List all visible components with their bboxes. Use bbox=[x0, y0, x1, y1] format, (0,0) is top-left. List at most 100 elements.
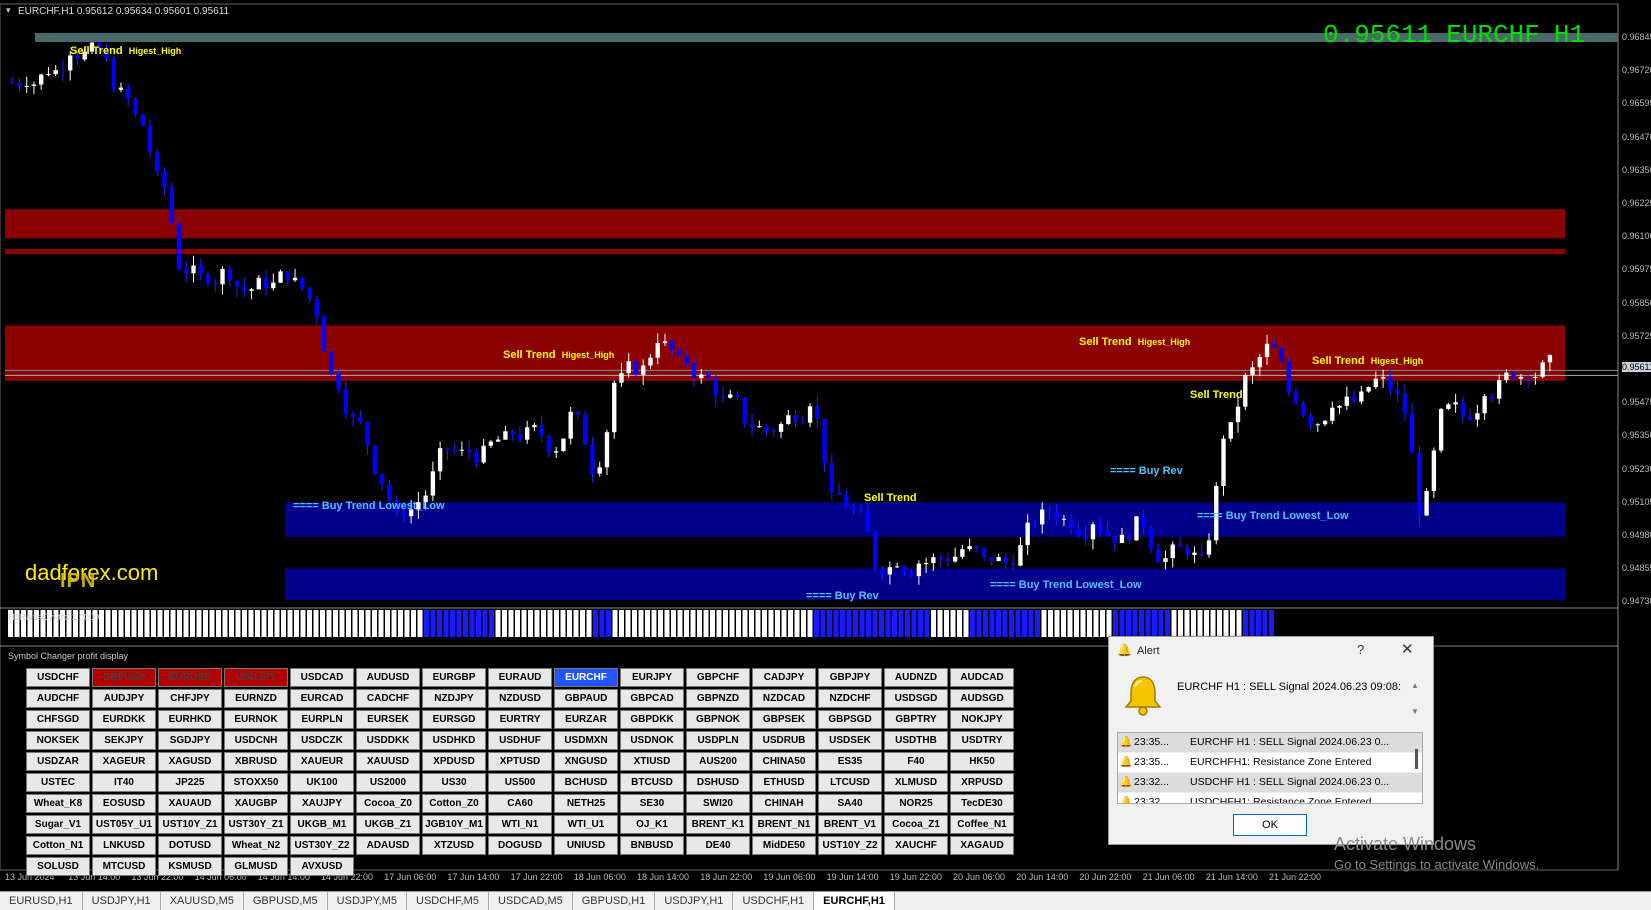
symbol-button[interactable]: USDPLN bbox=[686, 731, 750, 750]
symbol-button[interactable]: Coffee_N1 bbox=[950, 815, 1014, 834]
symbol-button[interactable]: USDCZK bbox=[290, 731, 354, 750]
symbol-button[interactable]: BNBUSD bbox=[620, 836, 684, 855]
alert-dialog[interactable]: 🔔 Alert ? ✕ EURCHF H1 : SELL Signal 2024… bbox=[1108, 636, 1434, 845]
symbol-button[interactable]: XAUUSD bbox=[356, 752, 420, 771]
symbol-button[interactable]: DE40 bbox=[686, 836, 750, 855]
symbol-button[interactable]: EOSUSD bbox=[92, 794, 156, 813]
symbol-button[interactable]: USDCNH bbox=[224, 731, 288, 750]
symbol-button[interactable]: DSHUSD bbox=[686, 773, 750, 792]
ok-button[interactable]: OK bbox=[1233, 814, 1307, 836]
symbol-button[interactable]: XAGUSD bbox=[158, 752, 222, 771]
symbol-button[interactable]: SA40 bbox=[818, 794, 882, 813]
close-button[interactable]: ✕ bbox=[1401, 640, 1414, 658]
symbol-button[interactable]: USDHUF bbox=[488, 731, 552, 750]
symbol-button[interactable]: NZDCAD bbox=[752, 689, 816, 708]
symbol-button[interactable]: EURGBP bbox=[422, 668, 486, 687]
symbol-button[interactable]: CHINA50 bbox=[752, 752, 816, 771]
symbol-button[interactable]: AUDSGD bbox=[950, 689, 1014, 708]
symbol-button[interactable]: UST30Y_Z2 bbox=[290, 836, 354, 855]
symbol-button[interactable]: GBPTRY bbox=[884, 710, 948, 729]
symbol-button[interactable]: UST10Y_Z1 bbox=[158, 815, 222, 834]
symbol-button[interactable]: NOKJPY bbox=[950, 710, 1014, 729]
chart-tab[interactable]: EURUSD,H1 bbox=[0, 892, 83, 910]
symbol-button[interactable]: USDDKK bbox=[356, 731, 420, 750]
symbol-button[interactable]: USDJPY bbox=[224, 668, 288, 687]
symbol-button[interactable]: Wheat_N2 bbox=[224, 836, 288, 855]
symbol-button[interactable]: EURDKK bbox=[92, 710, 156, 729]
symbol-button[interactable]: UKGB_Z1 bbox=[356, 815, 420, 834]
chart-tab[interactable]: XAUUSD,M5 bbox=[161, 892, 244, 910]
symbol-button[interactable]: NETH25 bbox=[554, 794, 618, 813]
symbol-button[interactable]: XAUAUD bbox=[158, 794, 222, 813]
symbol-button[interactable]: XBRUSD bbox=[224, 752, 288, 771]
symbol-button[interactable]: WTI_N1 bbox=[488, 815, 552, 834]
symbol-button[interactable]: GLMUSD bbox=[224, 857, 288, 876]
symbol-button[interactable]: UST10Y_Z2 bbox=[818, 836, 882, 855]
symbol-button[interactable]: CHINAH bbox=[752, 794, 816, 813]
symbol-button[interactable]: F40 bbox=[884, 752, 948, 771]
symbol-button[interactable]: HK50 bbox=[950, 752, 1014, 771]
symbol-button[interactable]: XLMUSD bbox=[884, 773, 948, 792]
symbol-button[interactable]: GBPAUD bbox=[554, 689, 618, 708]
symbol-button[interactable]: BRENT_N1 bbox=[752, 815, 816, 834]
symbol-button[interactable]: XAUGBP bbox=[224, 794, 288, 813]
chart-tab[interactable]: USDCHF,H1 bbox=[733, 892, 815, 910]
symbol-button[interactable]: NZDJPY bbox=[422, 689, 486, 708]
symbol-button[interactable]: SOLUSD bbox=[26, 857, 90, 876]
symbol-button[interactable]: EURAUD bbox=[488, 668, 552, 687]
symbol-button[interactable]: IT40 bbox=[92, 773, 156, 792]
symbol-button[interactable]: ETHUSD bbox=[752, 773, 816, 792]
symbol-button[interactable]: XAUCHF bbox=[884, 836, 948, 855]
chart-tab[interactable]: EURCHF,H1 bbox=[814, 892, 895, 910]
symbol-button[interactable]: EURHKD bbox=[158, 710, 222, 729]
symbol-button[interactable]: USDTRY bbox=[950, 731, 1014, 750]
scroll-down-icon[interactable]: ▼ bbox=[1411, 707, 1419, 716]
symbol-button[interactable]: EURCAD bbox=[290, 689, 354, 708]
symbol-button[interactable]: LTCUSD bbox=[818, 773, 882, 792]
chart-tab[interactable]: GBPUSD,H1 bbox=[573, 892, 656, 910]
symbol-button[interactable]: EURNZD bbox=[224, 689, 288, 708]
symbol-button[interactable]: GBPSGD bbox=[818, 710, 882, 729]
window-menu-arrow-icon[interactable]: ▾ bbox=[6, 5, 11, 16]
symbol-button[interactable]: GBPNOK bbox=[686, 710, 750, 729]
symbol-button[interactable]: TecDE30 bbox=[950, 794, 1014, 813]
symbol-button[interactable]: Cocoa_Z1 bbox=[884, 815, 948, 834]
alert-row[interactable]: 🔔23:32... USDCHF H1 : SELL Signal 2024.06… bbox=[1118, 773, 1422, 793]
chart-tab[interactable]: USDJPY,M5 bbox=[328, 892, 407, 910]
symbol-button[interactable]: DOGUSD bbox=[488, 836, 552, 855]
symbol-button[interactable]: CA60 bbox=[488, 794, 552, 813]
symbol-button[interactable]: SEKJPY bbox=[92, 731, 156, 750]
symbol-button[interactable]: GBPNZD bbox=[686, 689, 750, 708]
symbol-button[interactable]: XPDUSD bbox=[422, 752, 486, 771]
symbol-button[interactable]: EURZAR bbox=[554, 710, 618, 729]
symbol-button[interactable]: AUDNZD bbox=[884, 668, 948, 687]
symbol-button[interactable]: EURNOK bbox=[224, 710, 288, 729]
symbol-button[interactable]: BRENT_K1 bbox=[686, 815, 750, 834]
symbol-button[interactable]: XTZUSD bbox=[422, 836, 486, 855]
symbol-button[interactable]: CHFSGD bbox=[26, 710, 90, 729]
chart-tab[interactable]: USDJPY,H1 bbox=[655, 892, 734, 910]
symbol-button[interactable]: ES35 bbox=[818, 752, 882, 771]
symbol-button[interactable]: NOR25 bbox=[884, 794, 948, 813]
symbol-button[interactable]: STOXX50 bbox=[224, 773, 288, 792]
symbol-button[interactable]: Cocoa_Z0 bbox=[356, 794, 420, 813]
symbol-button[interactable]: GBPDKK bbox=[620, 710, 684, 729]
symbol-button[interactable]: Cotton_Z0 bbox=[422, 794, 486, 813]
symbol-button[interactable]: AVXUSD bbox=[290, 857, 354, 876]
symbol-button[interactable]: NZDCHF bbox=[818, 689, 882, 708]
symbol-button[interactable]: SWI20 bbox=[686, 794, 750, 813]
symbol-button[interactable]: USDCAD bbox=[290, 668, 354, 687]
alert-row[interactable]: 🔔23:35... EURCHFH1: Resistance Zone Enter… bbox=[1118, 753, 1422, 773]
symbol-button[interactable]: KSMUSD bbox=[158, 857, 222, 876]
symbol-button[interactable]: USDSEK bbox=[818, 731, 882, 750]
symbol-button[interactable]: EURUSD bbox=[158, 668, 222, 687]
symbol-button[interactable]: US30 bbox=[422, 773, 486, 792]
symbol-button[interactable]: XTIUSD bbox=[620, 752, 684, 771]
chart-tab[interactable]: USDCHF,M5 bbox=[407, 892, 489, 910]
symbol-button[interactable]: Sugar_V1 bbox=[26, 815, 90, 834]
symbol-button[interactable]: BCHUSD bbox=[554, 773, 618, 792]
symbol-button[interactable]: EURPLN bbox=[290, 710, 354, 729]
symbol-button[interactable]: OJ_K1 bbox=[620, 815, 684, 834]
symbol-button[interactable]: USDRUB bbox=[752, 731, 816, 750]
symbol-button[interactable]: XAUEUR bbox=[290, 752, 354, 771]
